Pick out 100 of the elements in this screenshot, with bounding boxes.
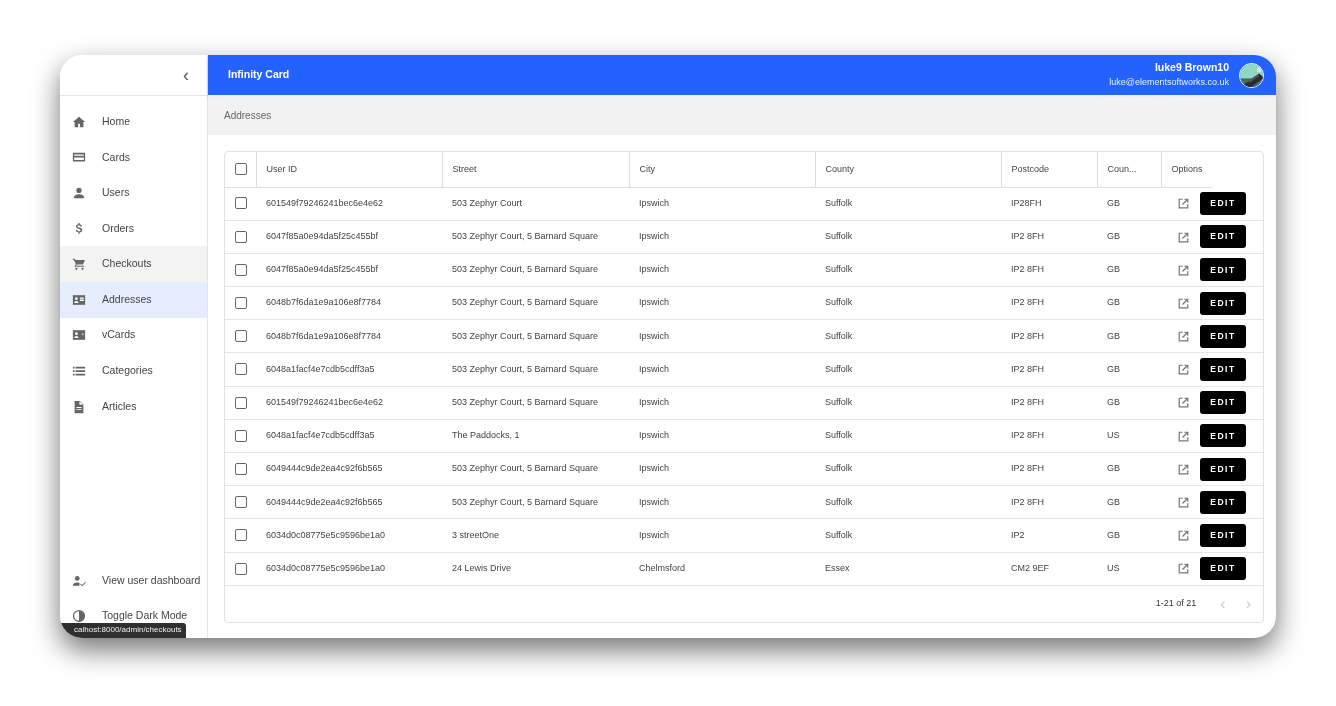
table-cell: 601549f79246241bec6e4e62 xyxy=(266,396,384,407)
edit-button[interactable]: EDIT xyxy=(1200,258,1246,282)
status-url-tooltip: calhost:8000/admin/checkouts xyxy=(60,623,186,638)
table-cell: GB xyxy=(1107,231,1120,242)
pagination-range: 1-21 of 21 xyxy=(1155,597,1197,610)
sidebar-item[interactable]: Addresses xyxy=(60,281,207,318)
app-title: Infinity Card xyxy=(228,67,290,83)
edit-button[interactable]: EDIT xyxy=(1200,490,1246,514)
table-cell: GB xyxy=(1107,197,1120,208)
sidebar-item[interactable]: Users xyxy=(60,175,207,211)
table-cell: GB xyxy=(1107,496,1120,507)
open-in-new-icon[interactable] xyxy=(1177,429,1190,443)
sidebar-item[interactable]: Checkouts xyxy=(60,246,207,282)
sidebar-item[interactable]: View user dashboard xyxy=(60,562,207,599)
table-cell: IP2 8FH xyxy=(1011,264,1044,275)
checkbox[interactable] xyxy=(235,363,247,376)
edit-button[interactable]: EDIT xyxy=(1200,358,1246,382)
open-in-new-icon[interactable] xyxy=(1177,462,1190,476)
table-cell: GB xyxy=(1107,529,1120,540)
table-cell: GB xyxy=(1107,463,1120,474)
contrast-icon xyxy=(72,609,86,624)
table-cell: Ipswich xyxy=(639,363,669,374)
edit-button[interactable]: EDIT xyxy=(1200,225,1246,249)
edit-button[interactable]: EDIT xyxy=(1200,291,1246,315)
open-in-new-icon[interactable] xyxy=(1177,363,1190,377)
edit-button[interactable]: EDIT xyxy=(1200,557,1246,581)
table-cell: IP2 8FH xyxy=(1011,396,1044,407)
table-cell: Ipswich xyxy=(639,529,669,540)
table-cell: Suffolk xyxy=(825,430,853,441)
open-in-new-icon[interactable] xyxy=(1177,562,1190,576)
column-header: User ID xyxy=(266,163,297,174)
open-in-new-icon[interactable] xyxy=(1177,296,1190,310)
checkbox[interactable] xyxy=(235,562,247,575)
breadcrumb: Addresses xyxy=(224,108,272,123)
checkbox[interactable] xyxy=(235,462,247,475)
sidebar-item[interactable]: Articles xyxy=(60,388,207,425)
checkbox[interactable] xyxy=(235,429,247,442)
edit-button[interactable]: EDIT xyxy=(1200,324,1246,348)
edit-button[interactable]: EDIT xyxy=(1200,523,1246,547)
table-cell: 6047f85a0e94da5f25c455bf xyxy=(266,231,379,242)
sidebar-item[interactable]: vCards xyxy=(60,317,207,354)
table-cell: Suffolk xyxy=(825,297,853,308)
checkbox[interactable] xyxy=(235,496,247,509)
sidebar-item[interactable]: Cards xyxy=(60,139,207,176)
table-cell: 503 Zephyr Court, 5 Barnard Square xyxy=(452,363,599,374)
table-cell: 503 Zephyr Court, 5 Barnard Square xyxy=(452,496,599,507)
table-cell: Ipswich xyxy=(639,430,669,441)
table-cell: 3 streetOne xyxy=(452,529,500,540)
edit-button[interactable]: EDIT xyxy=(1200,192,1246,216)
sidebar-item[interactable]: Categories xyxy=(60,353,207,389)
checkbox[interactable] xyxy=(235,330,247,343)
table-cell: IP2 8FH xyxy=(1011,363,1044,374)
open-in-new-icon[interactable] xyxy=(1177,529,1190,543)
table-cell: IP2 8FH xyxy=(1011,430,1044,441)
open-in-new-icon[interactable] xyxy=(1177,230,1190,244)
open-in-new-icon[interactable] xyxy=(1177,496,1190,510)
table-cell: Suffolk xyxy=(825,264,853,275)
checkbox[interactable] xyxy=(235,396,247,409)
table-cell: 24 Lewis Drive xyxy=(452,562,512,573)
cart-icon xyxy=(72,257,86,272)
open-in-new-icon[interactable] xyxy=(1177,330,1190,344)
checkbox[interactable] xyxy=(235,529,247,542)
table-cell: 503 Zephyr Court, 5 Barnard Square xyxy=(452,396,599,407)
column-header: Options xyxy=(1171,163,1203,174)
edit-button[interactable]: EDIT xyxy=(1200,424,1246,448)
checkbox[interactable] xyxy=(235,263,247,276)
table-cell: GB xyxy=(1107,363,1120,374)
table-cell: IP2 xyxy=(1011,529,1025,540)
table-cell: US xyxy=(1107,562,1120,573)
table-cell: CM2 9EF xyxy=(1011,562,1049,573)
table-cell: 6048b7f6da1e9a106e8f7784 xyxy=(266,330,382,341)
sidebar-item[interactable]: Orders xyxy=(60,210,207,247)
table-cell: 6034d0c08775e5c9596be1a0 xyxy=(266,529,386,540)
table-cell: Suffolk xyxy=(825,330,853,341)
checkbox[interactable] xyxy=(235,197,247,210)
table-cell: 6048a1facf4e7cdb5cdff3a5 xyxy=(266,430,375,441)
open-in-new-icon[interactable] xyxy=(1177,396,1190,410)
checkbox[interactable] xyxy=(235,163,247,176)
checkbox[interactable] xyxy=(235,297,247,310)
table-cell: GB xyxy=(1107,330,1120,341)
edit-button[interactable]: EDIT xyxy=(1200,457,1246,481)
document-icon xyxy=(72,399,86,414)
checkbox[interactable] xyxy=(235,230,247,243)
table-cell: 6047f85a0e94da5f25c455bf xyxy=(266,264,379,275)
edit-button[interactable]: EDIT xyxy=(1200,391,1246,415)
table-cell: Suffolk xyxy=(825,496,853,507)
table-cell: Ipswich xyxy=(639,197,669,208)
table-cell: IP2 8FH xyxy=(1011,496,1044,507)
table-cell: Suffolk xyxy=(825,529,853,540)
collapse-button[interactable]: ‹ xyxy=(179,66,193,84)
sidebar-item[interactable]: Home xyxy=(60,104,207,140)
open-in-new-icon[interactable] xyxy=(1177,197,1190,211)
home-icon xyxy=(72,114,86,129)
table-cell: Ipswich xyxy=(639,231,669,242)
table-cell: The Paddocks, 1 xyxy=(452,430,520,441)
column-header: Coun... xyxy=(1107,163,1137,174)
table-cell: 601549f79246241bec6e4e62 xyxy=(266,197,384,208)
table-cell: Ipswich xyxy=(639,463,669,474)
open-in-new-icon[interactable] xyxy=(1177,263,1190,277)
table-cell: 6049444c9de2ea4c92f6b565 xyxy=(266,463,383,474)
